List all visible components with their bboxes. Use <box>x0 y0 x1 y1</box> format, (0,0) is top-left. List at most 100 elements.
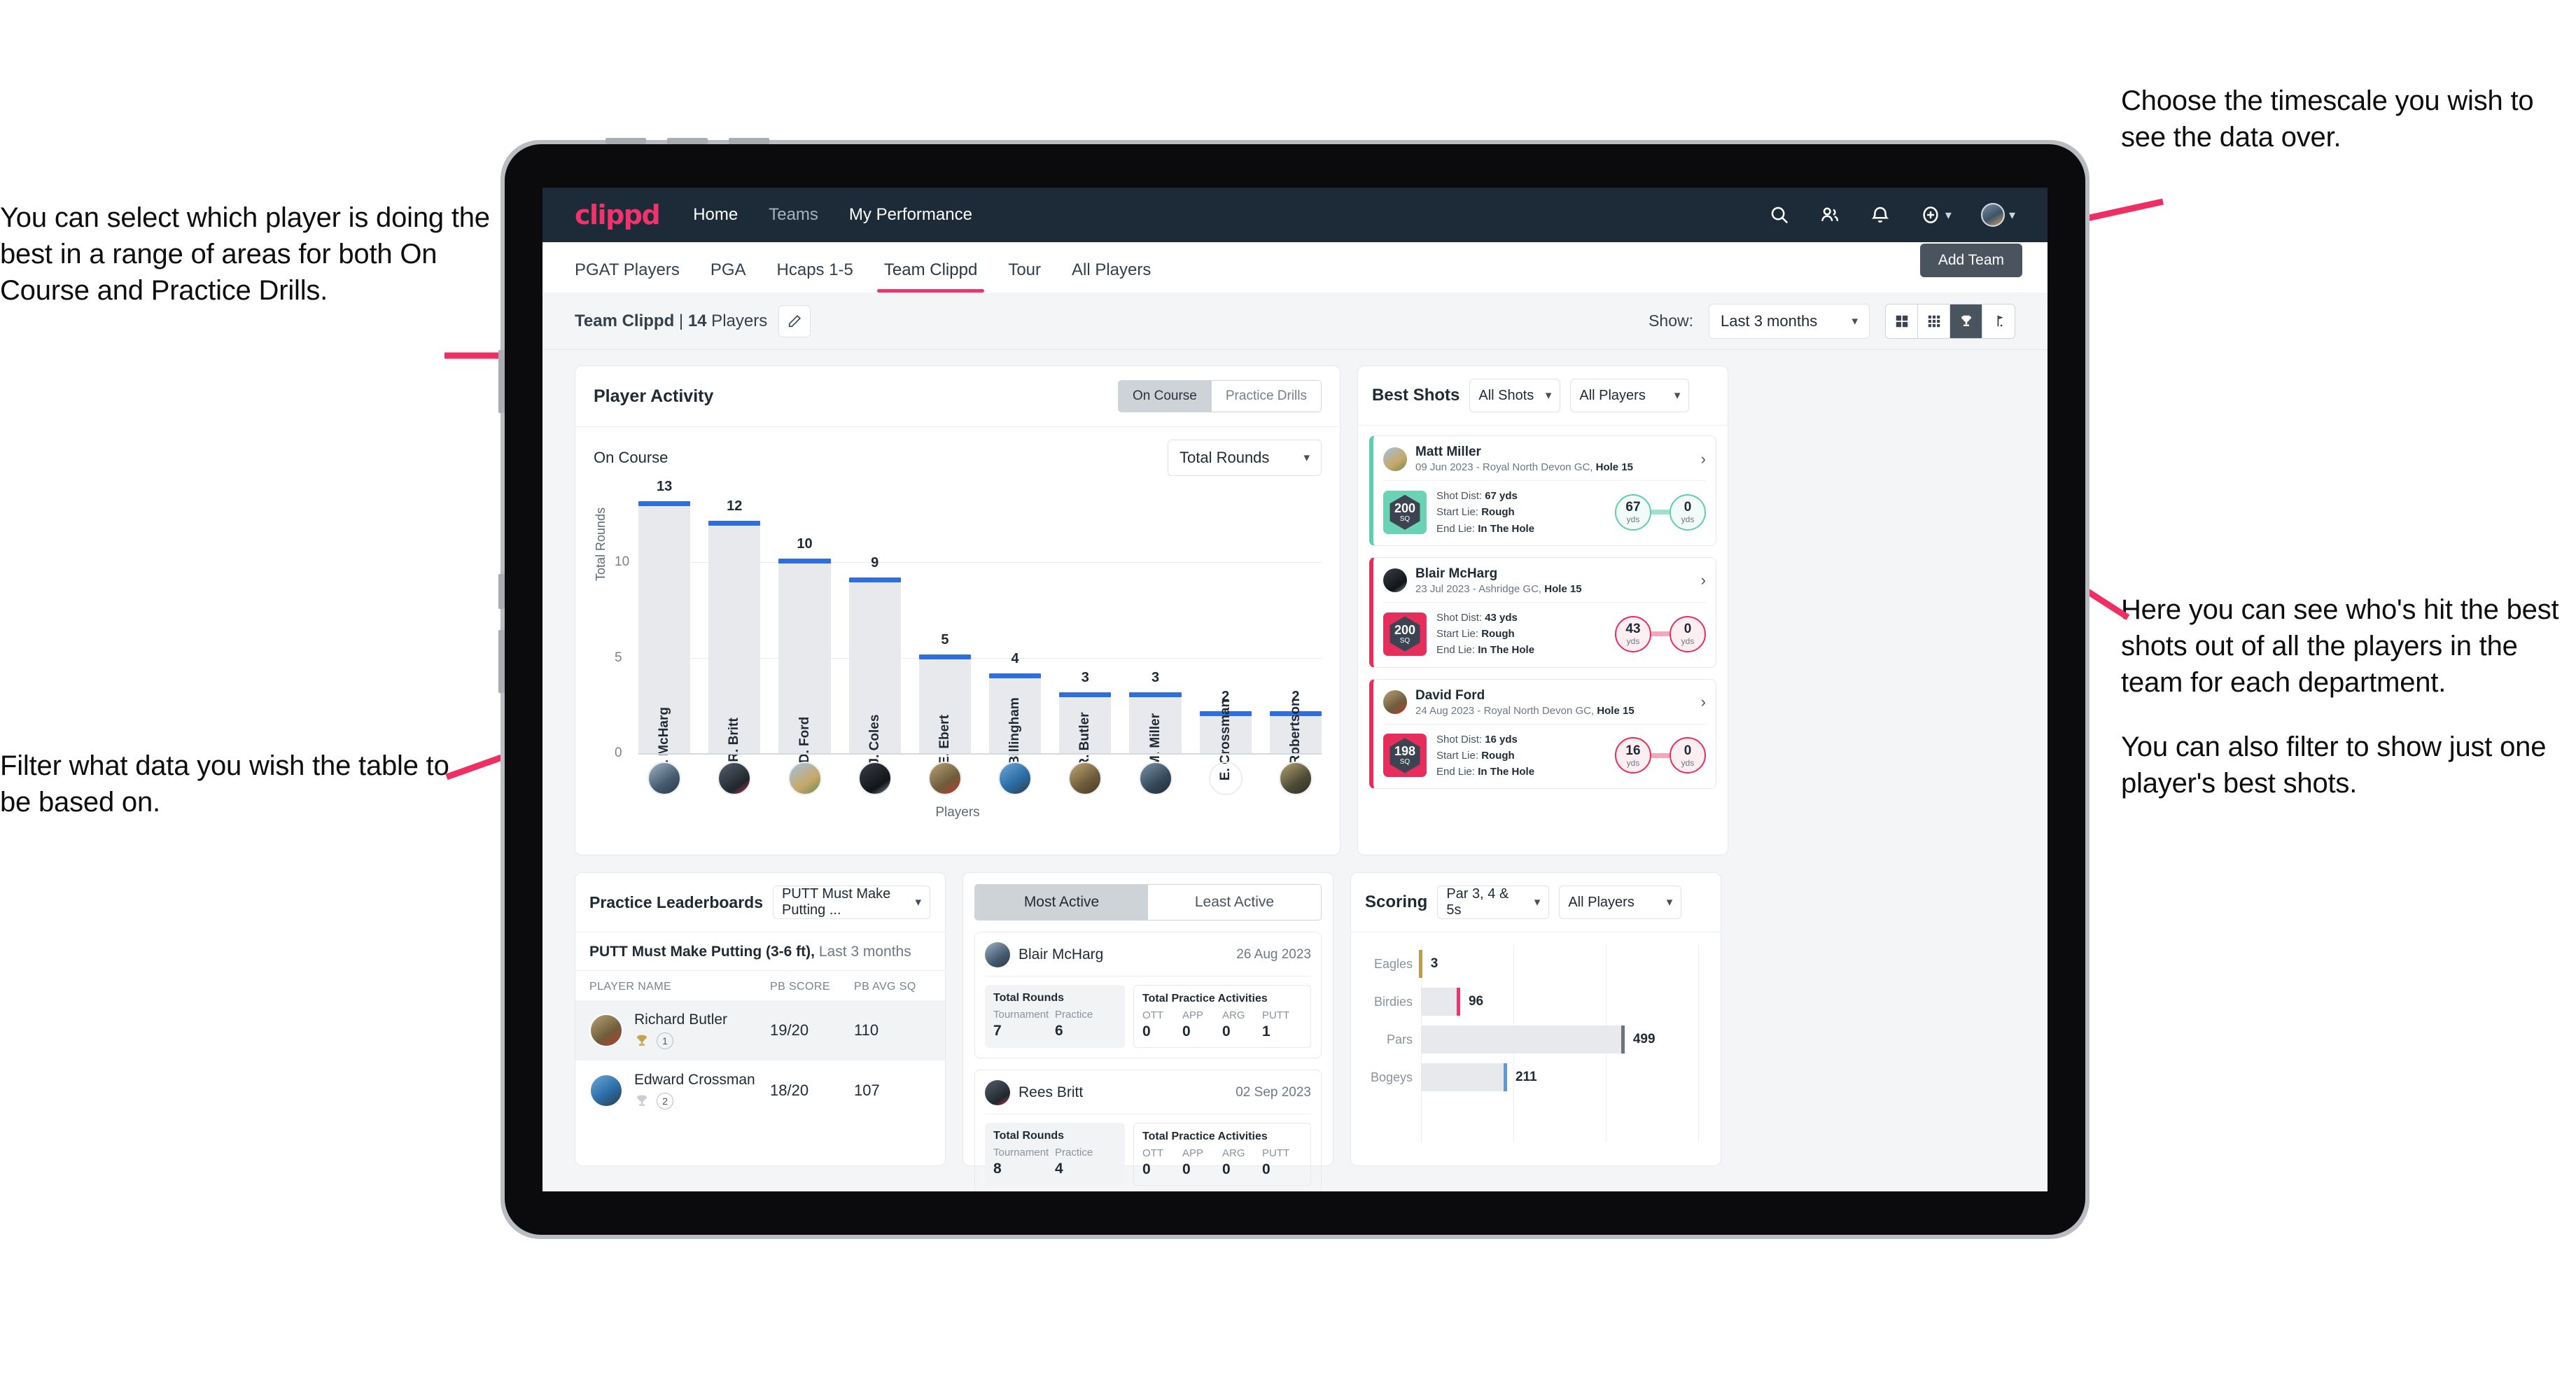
metric-select[interactable]: Total Rounds ▾ <box>1168 440 1322 476</box>
flag-icon[interactable] <box>1982 304 2015 338</box>
avatar[interactable] <box>1980 203 2005 227</box>
connector-line <box>1651 510 1670 515</box>
tab-hcaps-1-5[interactable]: Hcaps 1-5 <box>762 260 869 293</box>
player-activity-header: Player Activity On Course Practice Drill… <box>575 366 1340 427</box>
best-shots-player-filter[interactable]: All Players ▾ <box>1570 379 1690 412</box>
stat-key: OTT <box>1142 1009 1163 1021</box>
chart-bar-column[interactable]: 12 R. Britt <box>708 486 761 762</box>
avatar[interactable] <box>1138 762 1172 795</box>
drill-select[interactable]: PUTT Must Make Putting ... ▾ <box>773 886 931 919</box>
chart-bar[interactable]: E. Ebert <box>918 654 972 765</box>
avatar[interactable] <box>1068 762 1102 795</box>
best-shot-card[interactable]: Blair McHarg 23 Jul 2023 - Ashridge GC, H… <box>1369 556 1716 668</box>
scoring-row[interactable]: Pars 499 <box>1365 1021 1707 1058</box>
chart-bar-column[interactable]: 13 B. McHarg <box>638 479 691 773</box>
trophy-icon[interactable] <box>1950 304 1982 338</box>
chart-bar-column[interactable]: 3 R. Butler <box>1059 486 1112 768</box>
chart-bar[interactable]: D. Ford <box>778 559 831 763</box>
user-menu[interactable]: ▾ <box>1980 203 2015 227</box>
shot-dist-line: Shot Dist: 16 yds <box>1436 732 1534 748</box>
scoring-bar <box>1421 988 1460 1016</box>
dashboard-content: Player Activity On Course Practice Drill… <box>542 350 2047 1191</box>
chart-bar-column[interactable]: 5 E. Ebert <box>918 486 972 765</box>
app-screen: clippd Home Teams My Performance ▾ ▾ PGA… <box>542 188 2047 1191</box>
tab-all-players[interactable]: All Players <box>1056 260 1166 293</box>
avatar[interactable] <box>648 762 682 795</box>
chart-bar-column[interactable]: 2 E. Crossman <box>1199 486 1252 780</box>
annotation-right-top: Choose the timescale you wish to see the… <box>2121 83 2569 155</box>
tab-tour[interactable]: Tour <box>993 260 1056 293</box>
chart-bar[interactable]: D. Billingham <box>989 673 1042 783</box>
avatar[interactable] <box>998 762 1032 795</box>
chevron-right-icon[interactable]: › <box>1701 693 1706 711</box>
scoring-row[interactable]: Eagles 3 <box>1365 945 1707 983</box>
chart-bar[interactable]: R. Britt <box>708 520 761 762</box>
grid-large-icon[interactable] <box>1886 304 1918 338</box>
segment-on-course[interactable]: On Course <box>1119 381 1212 412</box>
tab-least-active[interactable]: Least Active <box>1148 885 1321 920</box>
chevron-down-icon[interactable]: ▾ <box>2009 208 2015 223</box>
activity-card[interactable]: Blair McHarg 26 Aug 2023 Total Rounds Tourn… <box>974 932 1322 1058</box>
avatar[interactable] <box>788 762 822 795</box>
chart-bar-column[interactable]: 9 J. Coles <box>848 486 902 765</box>
avatar[interactable] <box>1278 762 1312 795</box>
avatar[interactable] <box>858 762 892 795</box>
chevron-right-icon[interactable]: › <box>1701 450 1706 468</box>
chart-bar[interactable]: J. Coles <box>848 578 902 765</box>
shot-end-value: 0 <box>1684 622 1692 637</box>
chart-bar-column[interactable]: 2 C. Robertson <box>1269 486 1322 782</box>
activity-card[interactable]: Rees Britt 02 Sep 2023 Total Rounds Tournam… <box>974 1070 1322 1191</box>
annotation-right-bottom-text: You can also filter to show just one pla… <box>2121 732 2547 799</box>
scoring-header: Scoring Par 3, 4 & 5s ▾ All Players ▾ <box>1351 873 1721 932</box>
nav-link-teams[interactable]: Teams <box>769 205 818 225</box>
avatar[interactable] <box>718 762 752 795</box>
top-navigation-bar: clippd Home Teams My Performance ▾ ▾ <box>542 188 2047 242</box>
scoring-par-filter[interactable]: Par 3, 4 & 5s ▾ <box>1437 886 1550 919</box>
best-shot-card[interactable]: David Ford 24 Aug 2023 - Royal North Devo… <box>1369 678 1716 790</box>
chart-bar[interactable]: M. Miller <box>1129 692 1182 766</box>
tab-most-active[interactable]: Most Active <box>975 885 1148 920</box>
timescale-select[interactable]: Last 3 months ▾ <box>1709 303 1870 339</box>
chevron-down-icon[interactable]: ▾ <box>1945 208 1952 223</box>
table-row[interactable]: Richard Butler 1 19/20 110 <box>575 1000 945 1060</box>
chart-bar[interactable]: C. Robertson <box>1269 698 1322 782</box>
best-shot-card[interactable]: Matt Miller 09 Jun 2023 - Royal North Dev… <box>1369 435 1716 546</box>
chart-bar[interactable]: B. McHarg <box>638 501 691 773</box>
clippd-logo[interactable]: clippd <box>575 200 661 230</box>
grid-small-icon[interactable] <box>1918 304 1950 338</box>
people-icon[interactable] <box>1819 204 1840 225</box>
chart-bar-column[interactable]: 4 D. Billingham <box>989 486 1042 783</box>
chart-bar-column[interactable]: 10 D. Ford <box>778 486 831 763</box>
scoring-player-filter[interactable]: All Players ▾ <box>1559 886 1682 919</box>
avatar[interactable] <box>1208 762 1242 795</box>
total-practice-box: Total Practice Activities OTT 0 APP 0 ARG 0 PUT… <box>1133 1123 1311 1186</box>
plus-circle-icon[interactable] <box>1920 204 1941 225</box>
hexagon-icon: 200 SQ <box>1390 494 1420 530</box>
nav-link-my-performance[interactable]: My Performance <box>849 205 972 225</box>
tab-pgat-players[interactable]: PGAT Players <box>575 260 695 293</box>
chart-bar[interactable]: R. Butler <box>1059 692 1112 768</box>
segment-practice-drills[interactable]: Practice Drills <box>1211 381 1321 412</box>
search-icon[interactable] <box>1769 204 1790 225</box>
best-shots-shot-filter[interactable]: All Shots ▾ <box>1469 379 1561 412</box>
shot-quality-value: 200 <box>1394 500 1416 515</box>
edit-team-button[interactable] <box>778 304 811 337</box>
connector-line <box>1651 631 1670 637</box>
scoring-row[interactable]: Bogeys 211 <box>1365 1058 1707 1096</box>
chart-bar-column[interactable]: 3 M. Miller <box>1129 486 1182 766</box>
nav-link-home[interactable]: Home <box>693 205 738 225</box>
tab-pga[interactable]: PGA <box>695 260 762 293</box>
chart-bar[interactable]: E. Crossman <box>1199 699 1252 780</box>
chevron-right-icon[interactable]: › <box>1701 571 1706 589</box>
avatar[interactable] <box>927 762 962 795</box>
bell-icon[interactable] <box>1870 204 1891 225</box>
start-lie-label: Start Lie: <box>1436 628 1482 640</box>
practice-leaderboards-card: Practice Leaderboards PUTT Must Make Put… <box>575 872 946 1166</box>
activity-player-name: Rees Britt <box>1018 1084 1084 1100</box>
scoring-row[interactable]: Birdies 96 <box>1365 983 1707 1021</box>
tab-team-clippd[interactable]: Team Clippd <box>869 260 993 293</box>
stat-cell: ARG 0 <box>1222 1147 1262 1178</box>
chart-bar-label: D. Ford <box>797 716 812 764</box>
table-row[interactable]: Edward Crossman 2 18/20 107 <box>575 1060 945 1121</box>
add-menu[interactable]: ▾ <box>1920 204 1952 225</box>
